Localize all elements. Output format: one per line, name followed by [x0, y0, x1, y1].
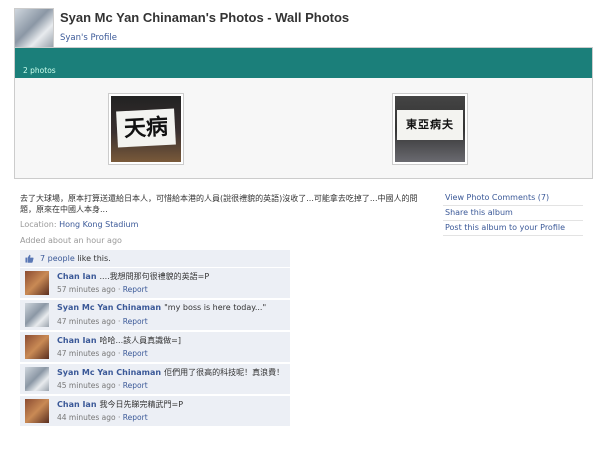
photo-count: 2 photos: [23, 66, 56, 75]
profile-avatar[interactable]: [14, 8, 54, 48]
comment-text: 我今日先睇完精武門=P: [99, 400, 184, 409]
location-label: Location:: [20, 220, 57, 229]
comment: Chan Ian 我今日先睇完精武門=P 44 minutes ago · Rep…: [20, 396, 290, 426]
comment-meta: 44 minutes ago · Report: [57, 413, 148, 422]
side-actions: View Photo Comments (7) Share this album…: [443, 191, 583, 236]
comment-meta: 57 minutes ago · Report: [57, 285, 148, 294]
location-row: Location: Hong Kong Stadium: [20, 220, 138, 229]
comment-avatar[interactable]: [25, 271, 49, 295]
comment-author[interactable]: Chan Ian: [57, 336, 97, 345]
report-link[interactable]: Report: [123, 317, 148, 326]
comment-line: Chan Ian ....我想問那句很禮貌的英語=P: [57, 271, 209, 282]
report-link[interactable]: Report: [123, 413, 148, 422]
comment-line: Syan Mc Yan Chinaman 佢們用了很高的科技呢！真浪費！: [57, 367, 284, 378]
page-title: Syan Mc Yan Chinaman's Photos - Wall Pho…: [60, 10, 350, 25]
comment: Syan Mc Yan Chinaman "my boss is here tod…: [20, 300, 290, 330]
photo-page: Syan Mc Yan Chinaman's Photos - Wall Pho…: [0, 0, 600, 452]
meta-separator: ·: [115, 413, 123, 422]
photo-image-1: 天病: [111, 96, 181, 162]
comment-meta: 47 minutes ago · Report: [57, 317, 148, 326]
comment-meta: 47 minutes ago · Report: [57, 349, 148, 358]
comment-avatar[interactable]: [25, 367, 49, 391]
page-header: Syan Mc Yan Chinaman's Photos - Wall Pho…: [14, 8, 594, 48]
album-strip: 2 photos 天病 東亞病夫: [14, 47, 593, 179]
comment-avatar[interactable]: [25, 303, 49, 327]
thumbs-up-icon: [25, 254, 34, 263]
comment-time: 44 minutes ago: [57, 413, 116, 422]
comment-author[interactable]: Syan Mc Yan Chinaman: [57, 368, 161, 377]
meta-separator: ·: [115, 349, 123, 358]
photo-image-2: 東亞病夫: [395, 96, 465, 162]
meta-separator: ·: [115, 381, 123, 390]
comment-meta: 45 minutes ago · Report: [57, 381, 148, 390]
comment-line: Chan Ian 哈哈...該人員真識做=]: [57, 335, 181, 346]
feedback-section: 7 people like this. Chan Ian ....我想問那句很禮貌…: [20, 250, 290, 428]
comment-text: "my boss is here today...": [164, 303, 267, 312]
comment-time: 57 minutes ago: [57, 285, 116, 294]
report-link[interactable]: Report: [123, 381, 148, 390]
likes-text: 7 people like this.: [40, 254, 111, 263]
likes-row: 7 people like this.: [20, 250, 290, 268]
album-bar: 2 photos: [15, 48, 592, 78]
comment-text: 佢們用了很高的科技呢！真浪費！: [164, 368, 285, 377]
comment-time: 45 minutes ago: [57, 381, 116, 390]
report-link[interactable]: Report: [123, 349, 148, 358]
added-time: Added about an hour ago: [20, 236, 122, 245]
comment-author[interactable]: Syan Mc Yan Chinaman: [57, 303, 161, 312]
photo-sign-1: 天病: [116, 108, 176, 148]
comment-author[interactable]: Chan Ian: [57, 272, 97, 281]
meta-separator: ·: [115, 285, 123, 294]
profile-link[interactable]: Syan's Profile: [60, 33, 117, 43]
comment-line: Chan Ian 我今日先睇完精武門=P: [57, 399, 183, 410]
comment: Syan Mc Yan Chinaman 佢們用了很高的科技呢！真浪費！ 45 m…: [20, 364, 290, 394]
photo-sign-2: 東亞病夫: [397, 110, 463, 140]
view-comments-link[interactable]: View Photo Comments (7): [443, 191, 583, 206]
comment-author[interactable]: Chan Ian: [57, 400, 97, 409]
meta-separator: ·: [115, 317, 123, 326]
comment-time: 47 minutes ago: [57, 349, 116, 358]
share-album-link[interactable]: Share this album: [443, 206, 583, 221]
comment: Chan Ian ....我想問那句很禮貌的英語=P 57 minutes ago…: [20, 268, 290, 298]
comment-text: 哈哈...該人員真識做=]: [99, 336, 181, 345]
report-link[interactable]: Report: [123, 285, 148, 294]
comment-avatar[interactable]: [25, 335, 49, 359]
comment-text: ....我想問那句很禮貌的英語=P: [99, 272, 210, 281]
photo-thumb-1[interactable]: 天病: [108, 93, 184, 165]
likers-link[interactable]: 7 people: [40, 254, 75, 263]
comment-avatar[interactable]: [25, 399, 49, 423]
photo-thumb-2[interactable]: 東亞病夫: [392, 93, 468, 165]
comment-time: 47 minutes ago: [57, 317, 116, 326]
likes-suffix: like this.: [74, 254, 111, 263]
comment: Chan Ian 哈哈...該人員真識做=] 47 minutes ago · R…: [20, 332, 290, 362]
comment-line: Syan Mc Yan Chinaman "my boss is here tod…: [57, 303, 266, 312]
photo-caption: 去了大球場，原本打算送還給日本人，可惜給本港的人員(說很禮貌的英語)沒收了...…: [20, 194, 418, 214]
location-link[interactable]: Hong Kong Stadium: [59, 220, 138, 229]
post-to-profile-link[interactable]: Post this album to your Profile: [443, 221, 583, 236]
